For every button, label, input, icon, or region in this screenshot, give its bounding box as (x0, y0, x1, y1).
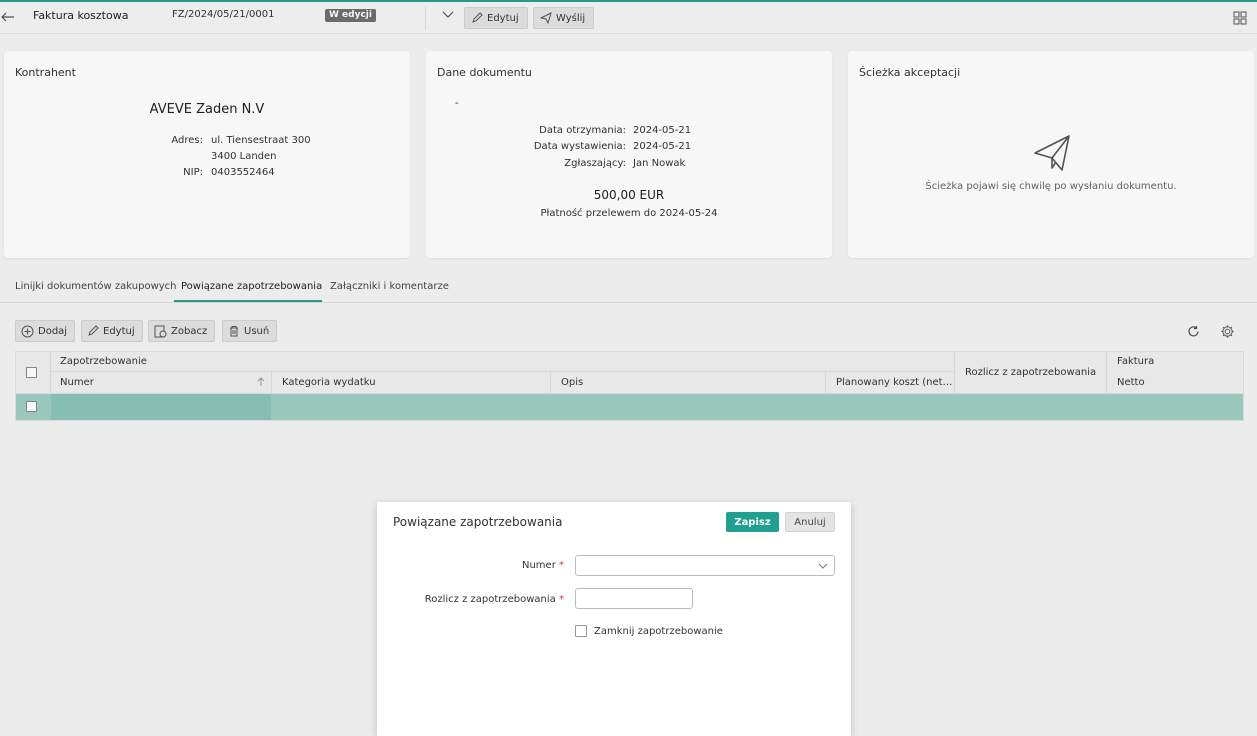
chevron-down-icon (818, 563, 828, 569)
settle-field-label: Rozlicz z zapotrzebowania * (425, 594, 564, 605)
app: Faktura kosztowa FZ/2024/05/21/0001 W ed… (0, 0, 1257, 736)
dialog-title: Powiązane zapotrzebowania (393, 515, 563, 529)
required-asterisk: * (559, 594, 564, 605)
settle-amount-input[interactable] (575, 588, 693, 609)
number-select[interactable] (575, 555, 835, 576)
close-requisition-label: Zamknij zapotrzebowanie (594, 626, 723, 637)
save-button[interactable]: Zapisz (726, 512, 779, 532)
linked-requisitions-dialog: Powiązane zapotrzebowania Zapisz Anuluj … (377, 502, 851, 736)
number-label-text: Numer (521, 560, 556, 571)
close-requisition-checkbox[interactable] (575, 625, 587, 637)
cancel-button[interactable]: Anuluj (785, 512, 835, 532)
number-field-label: Numer * (522, 560, 564, 571)
settle-label-text: Rozlicz z zapotrzebowania (424, 594, 556, 605)
required-asterisk: * (559, 560, 564, 571)
